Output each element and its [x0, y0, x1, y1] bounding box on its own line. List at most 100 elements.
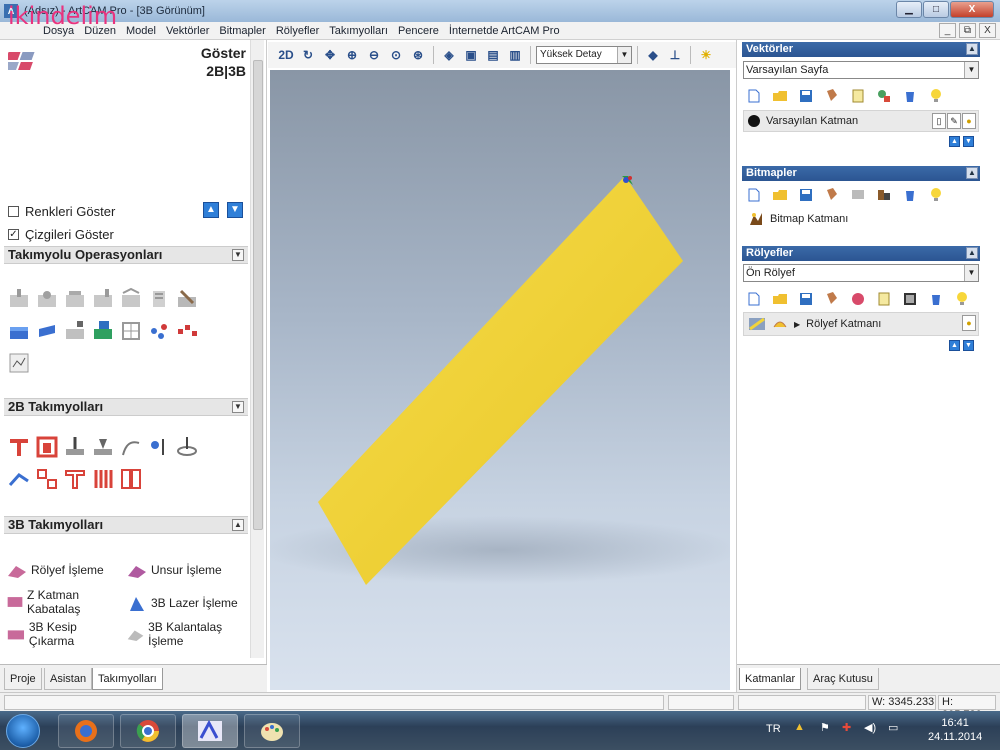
show-colors-option[interactable]: Renkleri Göster	[8, 204, 115, 219]
zoom-window-icon[interactable]: ⊙	[386, 45, 406, 65]
bevel-carving-icon[interactable]	[118, 434, 143, 459]
pan-view-icon[interactable]: ✥	[320, 45, 340, 65]
visibility-bulb-icon[interactable]: ●	[962, 113, 976, 129]
merge-layer-icon[interactable]	[849, 87, 867, 105]
bitmap-tool-icon[interactable]	[849, 186, 867, 204]
feature-machining-button[interactable]: Unsur İşleme	[126, 560, 222, 580]
top-view-icon[interactable]: ▥	[505, 45, 525, 65]
tab-asistan[interactable]: Asistan	[44, 668, 93, 690]
lock-icon[interactable]: ▯	[932, 113, 946, 129]
mdi-close-button[interactable]: X	[979, 23, 996, 38]
relief-layer[interactable]: ▶ Rölyef Katmanı ●	[743, 312, 979, 336]
scroll-thumb[interactable]	[253, 60, 263, 530]
collapse-icon[interactable]: ▼	[232, 401, 244, 413]
network-icon[interactable]: ▭	[888, 721, 898, 734]
pin-icon[interactable]: ▲	[966, 247, 978, 259]
tab-proje[interactable]: Proje	[4, 668, 42, 690]
show-lines-checkbox[interactable]: ✓	[8, 229, 19, 240]
new-bitmap-layer-icon[interactable]	[745, 186, 763, 204]
engraving-icon[interactable]	[146, 434, 171, 459]
start-button[interactable]	[6, 714, 40, 748]
chrome-taskbar-button[interactable]	[120, 714, 176, 748]
profile-machining-icon[interactable]	[6, 434, 31, 459]
notification-icon[interactable]: ▲	[794, 721, 805, 733]
vector-page-select[interactable]: Varsayılan Sayfa ▼	[743, 61, 979, 79]
chevron-down-icon[interactable]: ▼	[617, 47, 631, 63]
firefox-taskbar-button[interactable]	[58, 714, 114, 748]
section-3d-toolpaths[interactable]: 3B Takımyolları ▲	[4, 516, 248, 534]
render-quality-select[interactable]: Yüksek Detay ▼	[536, 46, 632, 64]
menu-rolyefler[interactable]: Rölyefler	[271, 25, 324, 37]
toolpath-icon-2[interactable]	[34, 286, 59, 311]
toolpath-icon-3[interactable]	[62, 286, 87, 311]
language-indicator[interactable]: TR	[766, 723, 781, 735]
security-icon[interactable]: ✚	[842, 721, 851, 734]
menu-pencere[interactable]: Pencere	[393, 25, 444, 37]
move-layer-up-icon[interactable]: ▲	[949, 136, 960, 147]
lighting-icon[interactable]: ☀	[696, 45, 716, 65]
side-view-icon[interactable]: ▤	[483, 45, 503, 65]
view-mode-toggle[interactable]: 2B|3B	[170, 62, 246, 80]
show-lines-option[interactable]: ✓ Çizgileri Göster	[8, 227, 114, 242]
visibility-bulb-icon[interactable]: ●	[962, 315, 976, 331]
copy-bitmap-icon[interactable]	[823, 186, 841, 204]
front-view-icon[interactable]: ▣	[461, 45, 481, 65]
section-2d-toolpaths[interactable]: 2B Takımyolları ▼	[4, 398, 248, 416]
3d-viewport[interactable]	[270, 70, 730, 690]
drilling-icon[interactable]	[62, 434, 87, 459]
v-bit-carving-icon[interactable]	[90, 434, 115, 459]
pin-icon[interactable]: ▲	[966, 167, 978, 179]
bitmap-layer[interactable]: Bitmap Katmanı	[743, 208, 979, 230]
chevron-down-icon[interactable]: ▼	[964, 62, 978, 78]
texture-toolpath-icon[interactable]	[90, 466, 115, 491]
zoom-in-icon[interactable]: ⊕	[342, 45, 362, 65]
copy-layer-icon[interactable]	[823, 87, 841, 105]
open-folder-icon[interactable]	[771, 186, 789, 204]
tab-katmanlar[interactable]: Katmanlar	[739, 668, 802, 690]
machine-relief-text-icon[interactable]	[62, 466, 87, 491]
save-icon[interactable]	[797, 186, 815, 204]
toolpath-icon-7[interactable]	[174, 286, 199, 311]
open-folder-icon[interactable]	[771, 290, 789, 308]
shaded-view-icon[interactable]: ◆	[643, 45, 663, 65]
relief-machining-button[interactable]: Rölyef İşleme	[6, 560, 104, 580]
flag-icon[interactable]: ⚑	[820, 721, 830, 734]
toolpath-report-icon[interactable]	[6, 350, 31, 375]
material-setup-icon[interactable]	[34, 318, 59, 343]
cut-out-icon[interactable]	[118, 466, 143, 491]
toolpath-icon-5[interactable]	[118, 286, 143, 311]
arrow-up-icon[interactable]: ▲	[203, 202, 219, 218]
paint-taskbar-button[interactable]	[244, 714, 300, 748]
3d-cut-out-button[interactable]: 3B Kesip Çıkarma	[6, 620, 116, 648]
new-relief-layer-icon[interactable]	[745, 290, 763, 308]
minimize-button[interactable]: ▁	[896, 1, 922, 18]
delete-bitmap-icon[interactable]	[901, 186, 919, 204]
mdi-restore-button[interactable]: ⧉	[959, 23, 976, 38]
combine-relief-icon[interactable]	[849, 290, 867, 308]
rotate-view-icon[interactable]: ↻	[298, 45, 318, 65]
save-icon[interactable]	[797, 87, 815, 105]
toolpath-icon-4[interactable]	[90, 286, 115, 311]
volume-icon[interactable]: ◀)	[864, 721, 876, 734]
area-clearance-icon[interactable]	[34, 434, 59, 459]
move-layer-up-icon[interactable]: ▲	[949, 340, 960, 351]
toolpath-icon-13[interactable]	[146, 318, 171, 343]
move-layer-down-icon[interactable]: ▼	[963, 136, 974, 147]
light-bulb-icon[interactable]	[953, 290, 971, 308]
pin-icon[interactable]: ▲	[966, 43, 978, 55]
light-bulb-icon[interactable]	[927, 186, 945, 204]
inlay-icon[interactable]	[174, 434, 199, 459]
rest-machining-button[interactable]: 3B Kalantalaş İşleme	[126, 620, 246, 648]
edit-pen-icon[interactable]: ✎	[947, 113, 961, 129]
close-button[interactable]: X	[950, 1, 994, 18]
show-colors-checkbox[interactable]	[8, 206, 19, 217]
expand-icon[interactable]: ▲	[232, 519, 244, 531]
menu-model[interactable]: Model	[121, 25, 161, 37]
toolpath-icon-14[interactable]	[174, 318, 199, 343]
2d-view-button[interactable]: 2D	[276, 45, 296, 65]
save-toolpath-icon[interactable]	[90, 318, 115, 343]
section-toolpath-operations[interactable]: Takımyolu Operasyonları ▼	[4, 246, 248, 264]
toolpath-icon-6[interactable]	[146, 286, 171, 311]
calculate-toolpath-icon[interactable]	[6, 286, 31, 311]
default-vector-layer[interactable]: Varsayılan Katman ▯ ✎ ●	[743, 110, 979, 132]
